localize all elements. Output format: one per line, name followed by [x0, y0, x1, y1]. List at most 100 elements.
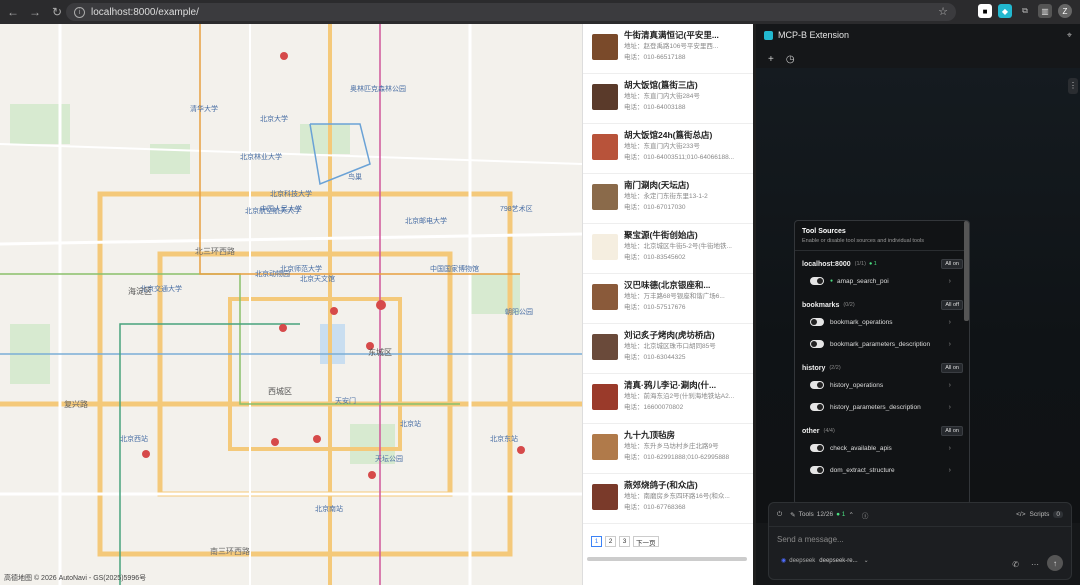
tool-sources-popover: Tool Sources Enable or disable tool sour… [794, 220, 970, 505]
poi-phone: 电话：010-64003511;010-64066188... [624, 154, 735, 161]
poi-list-item[interactable]: 胡大饭馆(簋街三店) 地址：东直门内大街284号 电话：010-64003188 [583, 74, 753, 124]
page-1-button[interactable]: 1 [591, 536, 602, 547]
new-chat-icon[interactable]: + [768, 54, 774, 65]
active-dot-icon: ● [830, 278, 834, 284]
tool-row[interactable]: bookmark_parameters_description › [802, 333, 963, 355]
mcp-b-extension-icon[interactable]: ◆ [998, 4, 1012, 18]
chevron-right-icon[interactable]: › [949, 341, 951, 348]
tool-toggle[interactable] [810, 466, 824, 474]
tool-toggle[interactable] [810, 318, 824, 326]
popover-scrollbar[interactable] [964, 221, 969, 321]
map-canvas[interactable]: 北京大学 清华大学 中国人民大学 北京师范大学 北京交通大学 北京科技大学 北京… [0, 24, 582, 585]
chevron-up-icon[interactable]: ⌃ [848, 511, 853, 519]
poi-list-item[interactable]: 聚宝源(牛街创始店) 地址：北京城区牛街5-2号(牛街地铁... 电话：010-83… [583, 224, 753, 274]
tool-row[interactable]: ● amap_search_poi › [802, 270, 963, 292]
profile-avatar[interactable]: Z [1058, 4, 1072, 18]
message-input[interactable]: Send a message... [769, 527, 1071, 557]
poi-phone: 电话：010-63044325 [624, 354, 686, 361]
scripts-label[interactable]: Scripts [1030, 511, 1050, 518]
more-options-icon[interactable]: ⋮ [1068, 78, 1078, 94]
poi-thumbnail [592, 134, 618, 160]
poi-list-item[interactable]: 胡大饭馆24h(簋街总店) 地址：东直门内大街233号 电话：010-6400351… [583, 124, 753, 174]
history-icon[interactable]: ◷ [786, 54, 795, 65]
chevron-right-icon[interactable]: › [949, 445, 951, 452]
map-label: 奥林匹克森林公园 [350, 86, 406, 93]
chevron-down-icon[interactable]: ⌄ [864, 557, 869, 564]
forward-icon[interactable]: → [26, 3, 44, 21]
map-label: 天坛公园 [375, 456, 403, 463]
tool-source-group: localhost:8000 (1/1) ● 1 All on ● amap_search… [795, 251, 969, 292]
poi-thumbnail [592, 334, 618, 360]
back-icon[interactable]: ← [4, 3, 22, 21]
reload-icon[interactable]: ↻ [48, 3, 66, 21]
tool-toggle[interactable] [810, 277, 824, 285]
chevron-right-icon[interactable]: › [949, 319, 951, 326]
tool-row[interactable]: dom_extract_structure › [802, 459, 963, 481]
model-selector[interactable]: deepseek-re... [819, 558, 857, 564]
more-icon[interactable]: ⋯ [1031, 560, 1039, 569]
tool-toggle[interactable] [810, 340, 824, 348]
tool-name: bookmark_parameters_description [830, 340, 931, 348]
tool-row[interactable]: check_available_apis › [802, 437, 963, 459]
tool-toggle[interactable] [810, 381, 824, 389]
poi-name: 牛街清真满恒记(平安里... [624, 30, 719, 40]
group-toggle-all-button[interactable]: All on [941, 426, 963, 436]
poi-address: 地址：永定门东街东里13-1-2 [624, 193, 708, 200]
poi-thumbnail [592, 34, 618, 60]
chevron-right-icon[interactable]: › [949, 278, 951, 285]
poi-name: 九十九顶毡房 [624, 430, 676, 440]
poi-list-item[interactable]: 刘记炙子烤肉(虎坊桥店) 地址：北京城区珠市口胡同85号 电话：010-630443… [583, 324, 753, 374]
tool-source-group: bookmarks (0/2) All off bookmark_operations… [795, 292, 969, 355]
tools-icon: ✎ [790, 511, 796, 519]
send-button[interactable]: ↑ [1047, 555, 1063, 571]
site-info-icon[interactable]: i [74, 6, 85, 18]
extension-icon[interactable]: ■ [978, 4, 992, 18]
tool-sources-title: Tool Sources [802, 228, 846, 235]
chevron-right-icon[interactable]: › [949, 467, 951, 474]
poi-list-item[interactable]: 燕郊烧鸽子(和众店) 地址：南磨房乡东四环路16号(和众... 电话：010-677… [583, 474, 753, 524]
poi-list-item[interactable]: 汉巴味德(北京银座和... 地址：万丰路68号银座和谐广场6... 电话：010-5… [583, 274, 753, 324]
poi-results-panel: 牛街清真满恒记(平安里... 地址：赵登禹路106号平安里西... 电话：010-6… [582, 24, 753, 585]
horizontal-scrollbar[interactable] [587, 557, 747, 561]
bookmark-star-icon[interactable]: ☆ [938, 5, 948, 18]
page-3-button[interactable]: 3 [619, 536, 630, 547]
power-icon[interactable]: ⏻ [777, 511, 782, 519]
poi-list-item[interactable]: 牛街清真满恒记(平安里... 地址：赵登禹路106号平安里西... 电话：010-6… [583, 24, 753, 74]
extensions-puzzle-icon[interactable]: ⧉ [1018, 4, 1032, 18]
side-panel-icon[interactable]: ▥ [1038, 4, 1052, 18]
browser-toolbar: ← → ↻ i localhost:8000/example/ ☆ ■ ◆ ⧉ … [0, 0, 1080, 24]
group-toggle-all-button[interactable]: All on [941, 259, 963, 269]
next-page-button[interactable]: 下一页 [633, 536, 659, 547]
tools-label[interactable]: Tools [799, 511, 814, 518]
provider-label: deepseek [789, 557, 816, 564]
tool-row[interactable]: history_parameters_description › [802, 396, 963, 418]
group-toggle-all-button[interactable]: All off [941, 300, 963, 310]
group-name: localhost:8000 [802, 260, 851, 268]
tool-source-group: history (2/2) All on history_operations › his… [795, 355, 969, 418]
deepseek-icon: ◉ [781, 558, 787, 564]
group-toggle-all-button[interactable]: All on [941, 363, 963, 373]
poi-name: 聚宝源(牛街创始店) [624, 230, 698, 240]
unpin-icon[interactable]: ⌖ [1067, 30, 1072, 41]
info-icon[interactable]: ⓘ [862, 510, 869, 520]
page-2-button[interactable]: 2 [605, 536, 616, 547]
tool-row[interactable]: bookmark_operations › [802, 311, 963, 333]
poi-name: 刘记炙子烤肉(虎坊桥店) [624, 330, 715, 340]
phone-icon[interactable]: ✆ [1012, 560, 1019, 569]
tool-source-group: other (4/4) All on check_available_apis › dom… [795, 418, 969, 481]
tool-toggle[interactable] [810, 444, 824, 452]
map-label: 北京南站 [315, 506, 343, 513]
poi-phone: 电话：010-64003188 [624, 104, 686, 111]
tools-live-count: ● 1 [836, 511, 846, 518]
poi-list-item[interactable]: 清真·鸦儿李记·涮肉(什... 地址：前海东沿2号(什刹海地铁站A2... 电话：1… [583, 374, 753, 424]
map-label: 东城区 [368, 348, 392, 357]
address-bar[interactable]: i localhost:8000/example/ ☆ [66, 3, 956, 21]
tool-row[interactable]: history_operations › [802, 374, 963, 396]
tool-toggle[interactable] [810, 403, 824, 411]
chevron-right-icon[interactable]: › [949, 404, 951, 411]
poi-list-item[interactable]: 九十九顶毡房 地址：东升乡马坊村乡庄北路9号 电话：010-62991888;010… [583, 424, 753, 474]
map-label: 北京林业大学 [240, 154, 282, 161]
tool-sources-subtitle: Enable or disable tool sources and indiv… [795, 235, 969, 251]
poi-list-item[interactable]: 南门涮肉(天坛店) 地址：永定门东街东里13-1-2 电话：010-67017030 [583, 174, 753, 224]
chevron-right-icon[interactable]: › [949, 382, 951, 389]
